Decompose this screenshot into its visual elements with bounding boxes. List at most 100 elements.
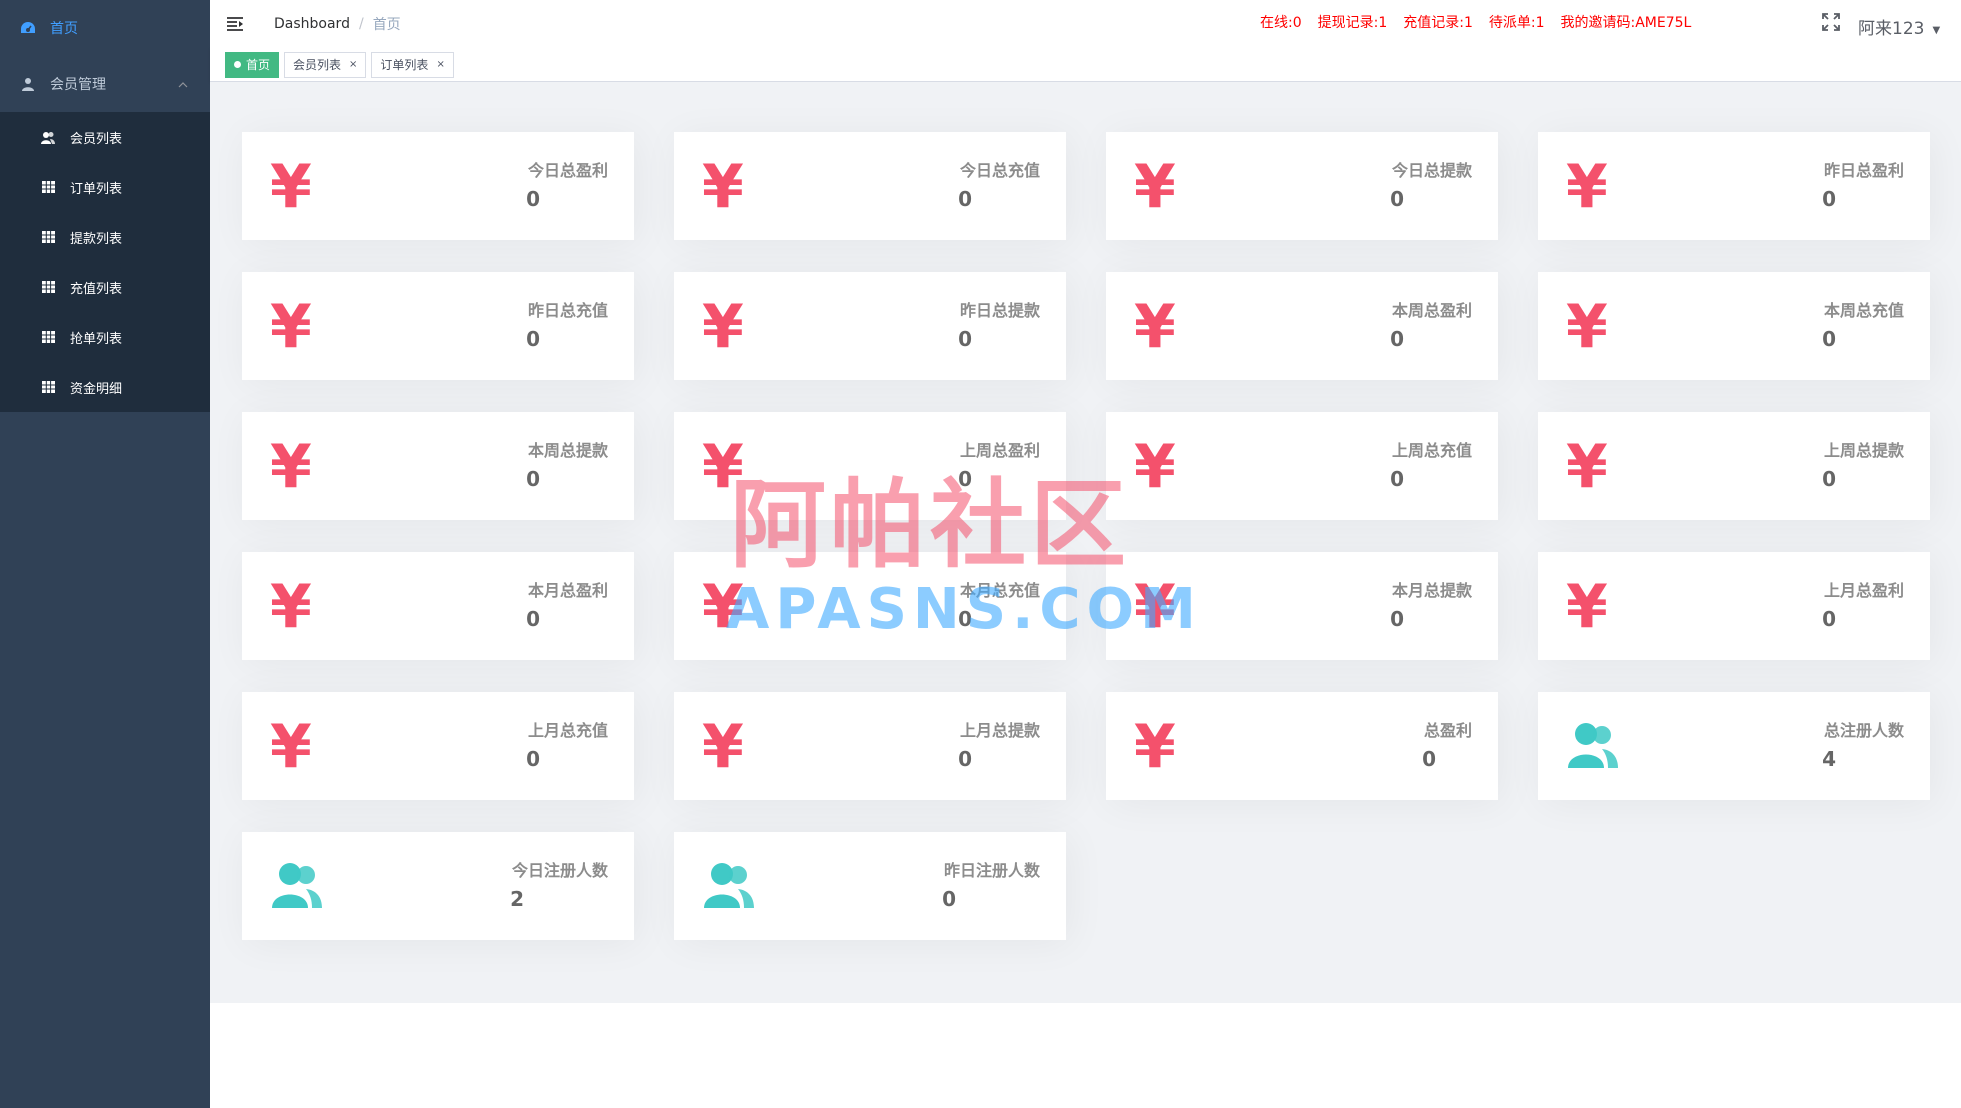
yen-icon: ¥ [1566, 292, 1608, 362]
tag-member-list[interactable]: 会员列表 × [284, 51, 367, 78]
sidebar-item-member-list[interactable]: 会员列表 [0, 112, 210, 162]
stat-card-title: 今日总充值 [959, 161, 1040, 180]
stat-card-title: 总注册人数 [1823, 721, 1904, 740]
stat-card-title: 今日总提款 [1391, 161, 1472, 180]
stat-card-title: 上周总提款 [1823, 441, 1904, 460]
tag-home[interactable]: 首页 [225, 51, 280, 78]
yen-icon: ¥ [702, 572, 744, 642]
dashboard-icon [20, 20, 36, 36]
chevron-up-icon [178, 77, 188, 91]
invite-code-link[interactable]: 我的邀请码:AME75L [1561, 12, 1692, 32]
yen-icon: ¥ [1566, 572, 1608, 642]
sidebar: 首页 会员管理 会员列表 订单列表 提款列表 充值列表 抢单列表 资金明细 [0, 0, 210, 1108]
yen-icon: ¥ [1134, 292, 1176, 362]
tags-view: 首页 会员列表 × 订单列表 × [210, 48, 1961, 82]
yen-icon: ¥ [702, 152, 744, 222]
stat-card-value: 0 [1390, 607, 1404, 631]
yen-icon: ¥ [1134, 152, 1176, 222]
table-icon [40, 179, 56, 195]
close-icon[interactable]: × [436, 59, 444, 70]
stat-card-value: 0 [942, 887, 956, 911]
stat-card[interactable]: ¥ 上月总提款 0 [674, 692, 1066, 800]
online-count-link[interactable]: 在线:0 [1260, 12, 1302, 32]
user-icon [20, 76, 36, 92]
stat-card-value: 0 [1390, 187, 1404, 211]
stat-card-value: 0 [526, 187, 540, 211]
stat-card[interactable]: ¥ 昨日总充值 0 [242, 272, 634, 380]
stat-card-title: 昨日注册人数 [943, 861, 1040, 880]
stat-card[interactable]: ¥ 昨日总提款 0 [674, 272, 1066, 380]
yen-icon: ¥ [702, 432, 744, 502]
stat-card[interactable]: ¥ 上月总充值 0 [242, 692, 634, 800]
breadcrumb: Dashboard / 首页 [274, 14, 401, 34]
stat-card[interactable]: ¥ 本周总盈利 0 [1106, 272, 1498, 380]
caret-down-icon: ▼ [1932, 25, 1941, 36]
status-links: 在线:0 提现记录:1 充值记录:1 待派单:1 我的邀请码:AME75L [1260, 0, 1707, 44]
stat-card-title: 本月总盈利 [527, 581, 608, 600]
yen-icon: ¥ [270, 152, 312, 222]
recharge-record-link[interactable]: 充值记录:1 [1403, 12, 1473, 32]
stat-card-value: 0 [1390, 467, 1404, 491]
breadcrumb-separator: / [358, 16, 364, 32]
sidebar-item-label: 资金明细 [70, 381, 123, 397]
sidebar-item-order-list[interactable]: 订单列表 [0, 162, 210, 212]
stat-card-title: 上月总提款 [959, 721, 1040, 740]
sidebar-item-label: 会员列表 [70, 131, 123, 147]
stat-card-value: 0 [1422, 747, 1436, 771]
people-icon [272, 862, 322, 912]
sidebar-item-label: 充值列表 [70, 281, 123, 297]
sidebar-item-recharge-list[interactable]: 充值列表 [0, 262, 210, 312]
stat-card[interactable]: ¥ 上周总充值 0 [1106, 412, 1498, 520]
people-icon [704, 862, 754, 912]
stat-card[interactable]: 今日注册人数 2 [242, 832, 634, 940]
sidebar-item-fund-detail[interactable]: 资金明细 [0, 362, 210, 412]
stat-card-value: 0 [1822, 607, 1836, 631]
close-icon[interactable]: × [349, 59, 357, 70]
stat-card[interactable]: ¥ 今日总提款 0 [1106, 132, 1498, 240]
stat-card-title: 上月总充值 [527, 721, 608, 740]
stat-card[interactable]: 总注册人数 4 [1538, 692, 1930, 800]
stat-card-title: 昨日总提款 [959, 301, 1040, 320]
stat-card[interactable]: ¥ 上周总盈利 0 [674, 412, 1066, 520]
yen-icon: ¥ [1134, 432, 1176, 502]
stat-card-title: 上周总充值 [1391, 441, 1472, 460]
yen-icon: ¥ [270, 572, 312, 642]
stat-card-value: 0 [958, 327, 972, 351]
stat-card-value: 0 [1822, 467, 1836, 491]
stat-card[interactable]: ¥ 昨日总盈利 0 [1538, 132, 1930, 240]
stat-card[interactable]: ¥ 今日总盈利 0 [242, 132, 634, 240]
stat-card[interactable]: 昨日注册人数 0 [674, 832, 1066, 940]
stat-card[interactable]: ¥ 上周总提款 0 [1538, 412, 1930, 520]
dashboard-content: ¥ 今日总盈利 0 ¥ 今日总充值 0 ¥ 今日总提款 0 ¥ 昨日总盈利 0 ¥ 昨日总充值 0 ¥ 昨日总提… [210, 82, 1961, 1003]
pending-dispatch-link[interactable]: 待派单:1 [1489, 12, 1545, 32]
stat-card-value: 0 [526, 607, 540, 631]
breadcrumb-dashboard[interactable]: Dashboard [274, 16, 350, 32]
fullscreen-icon[interactable] [1822, 13, 1842, 33]
people-icon [1568, 722, 1618, 772]
navbar: Dashboard / 首页 在线:0 提现记录:1 充值记录:1 待派单:1 … [210, 0, 1961, 48]
stat-card[interactable]: ¥ 上月总盈利 0 [1538, 552, 1930, 660]
stat-card[interactable]: ¥ 本月总提款 0 [1106, 552, 1498, 660]
stat-card-value: 0 [958, 607, 972, 631]
tag-label: 首页 [246, 58, 271, 72]
sidebar-item-grab-list[interactable]: 抢单列表 [0, 312, 210, 362]
stat-card-title: 上周总盈利 [959, 441, 1040, 460]
sidebar-group-member[interactable]: 会员管理 [0, 56, 210, 112]
withdraw-record-link[interactable]: 提现记录:1 [1318, 12, 1388, 32]
stat-card[interactable]: ¥ 本月总盈利 0 [242, 552, 634, 660]
stat-card[interactable]: ¥ 总盈利 0 [1106, 692, 1498, 800]
tag-order-list[interactable]: 订单列表 × [371, 51, 454, 78]
sidebar-item-home[interactable]: 首页 [0, 0, 210, 56]
stat-card-title: 本周总盈利 [1391, 301, 1472, 320]
stat-card[interactable]: ¥ 本周总充值 0 [1538, 272, 1930, 380]
stat-card[interactable]: ¥ 本周总提款 0 [242, 412, 634, 520]
stat-card[interactable]: ¥ 本月总充值 0 [674, 552, 1066, 660]
stat-card-value: 0 [1822, 187, 1836, 211]
yen-icon: ¥ [270, 292, 312, 362]
stat-card[interactable]: ¥ 今日总充值 0 [674, 132, 1066, 240]
yen-icon: ¥ [1566, 432, 1608, 502]
sidebar-item-withdraw-list[interactable]: 提款列表 [0, 212, 210, 262]
hamburger-icon[interactable] [226, 14, 246, 34]
user-menu[interactable]: 阿来123 ▼ [1858, 14, 1940, 39]
stat-card-title: 本周总提款 [527, 441, 608, 460]
